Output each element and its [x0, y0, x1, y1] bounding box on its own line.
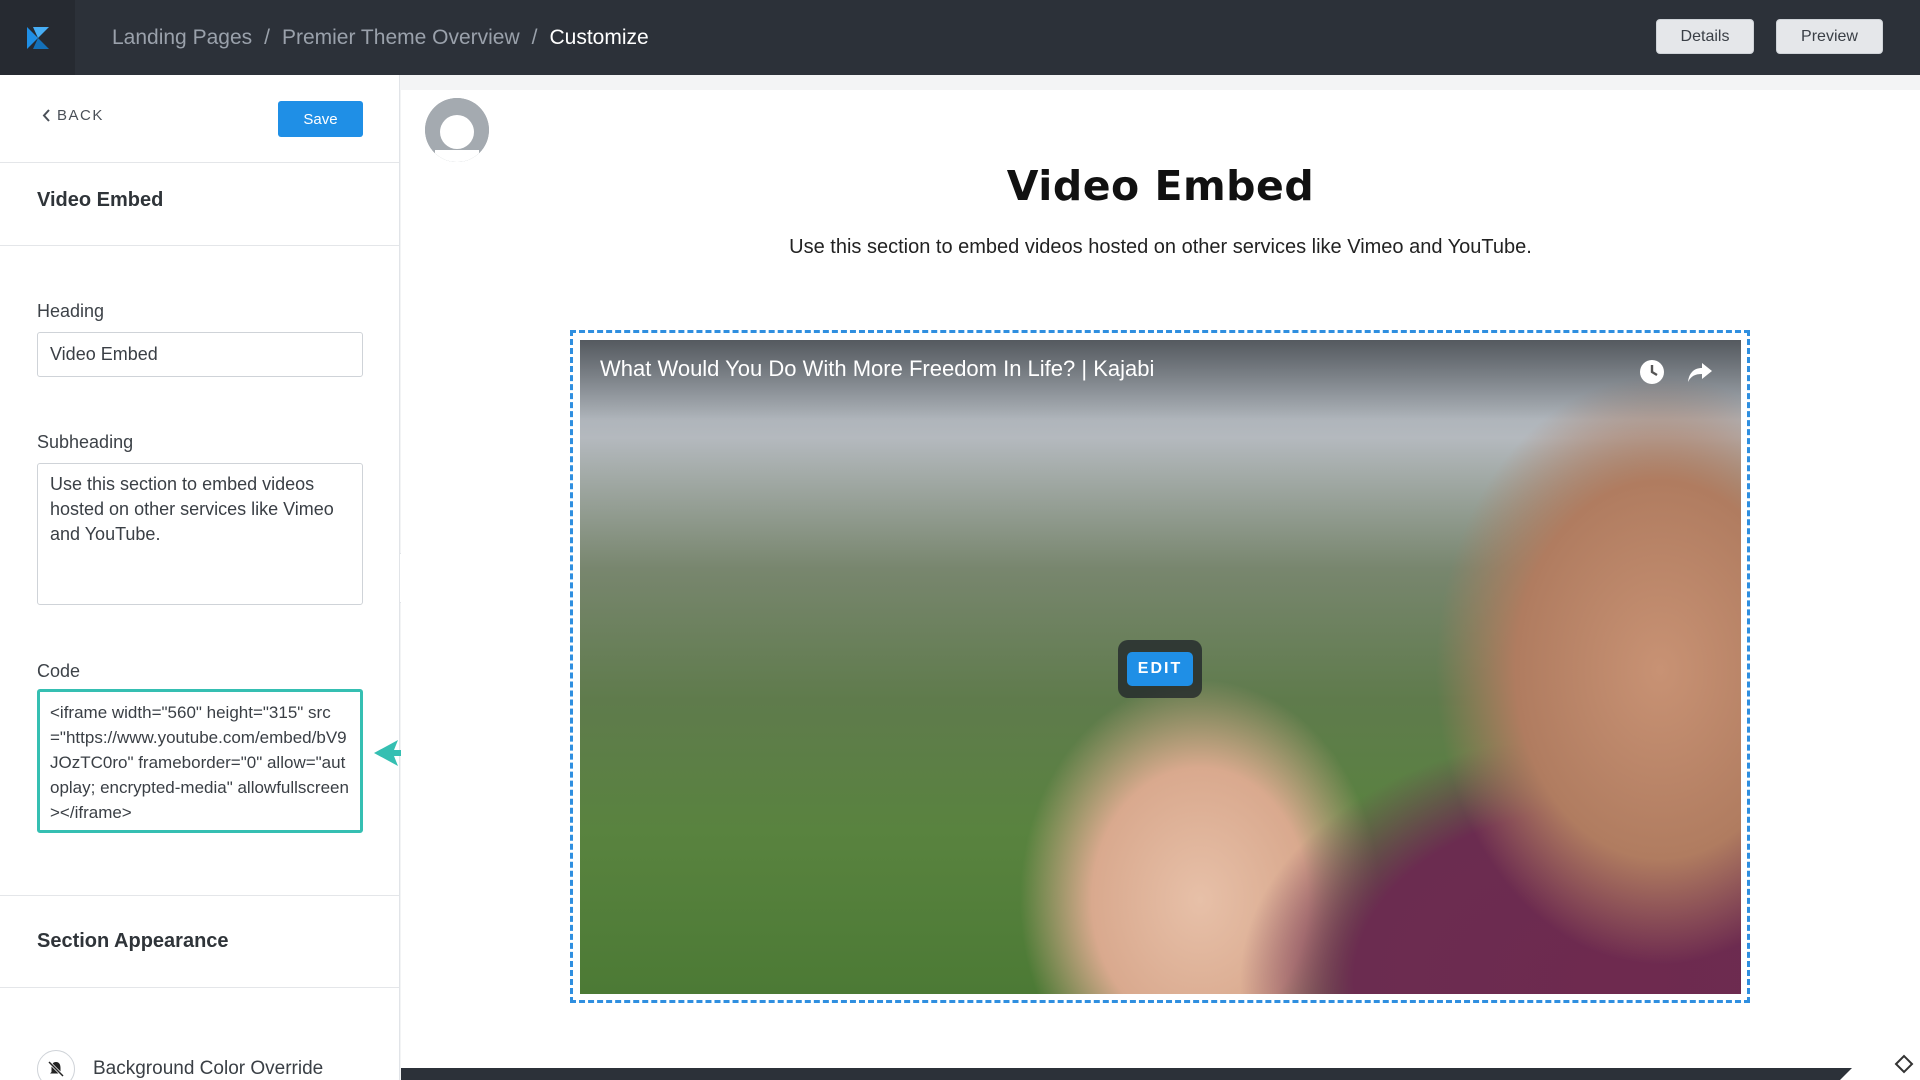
breadcrumb-separator: / [531, 25, 538, 49]
breadcrumb-customize: Customize [549, 25, 649, 49]
section-title: Video Embed [37, 189, 164, 211]
code-textarea[interactable]: <iframe width="560" height="315" src="ht… [37, 689, 363, 833]
bell-off-icon[interactable] [37, 1050, 75, 1080]
breadcrumb-separator: / [264, 25, 270, 49]
back-label: BACK [57, 107, 104, 124]
code-label: Code [37, 661, 81, 681]
breadcrumb-landing-pages[interactable]: Landing Pages [112, 26, 252, 50]
avatar [425, 98, 489, 162]
preview-heading: Video Embed [1006, 162, 1315, 210]
video-embed[interactable]: What Would You Do With More Freedom In L… [580, 340, 1741, 994]
preview-button[interactable]: Preview [1776, 19, 1883, 54]
heading-label: Heading [37, 301, 105, 321]
breadcrumb: Landing Pages / Premier Theme Overview /… [112, 0, 649, 75]
subheading-label: Subheading [37, 432, 134, 452]
background-override-row[interactable]: Background Color Override [37, 1050, 323, 1080]
save-button[interactable]: Save [278, 101, 363, 137]
share-icon[interactable] [1686, 358, 1714, 391]
back-link[interactable]: BACK [42, 107, 104, 124]
breadcrumb-premier-theme[interactable]: Premier Theme Overview [282, 26, 520, 50]
divider [0, 162, 399, 163]
settings-sidebar: BACK Save Video Embed Heading Video Embe… [0, 75, 400, 1080]
bottom-bar [401, 1068, 1920, 1080]
heading-input[interactable]: Video Embed [37, 332, 363, 377]
divider [0, 245, 399, 246]
preview-subheading: Use this section to embed videos hosted … [789, 236, 1532, 258]
diamond-icon[interactable] [1840, 1000, 1920, 1080]
divider [0, 895, 399, 896]
edit-overlay: EDIT [1118, 640, 1202, 698]
subheading-textarea[interactable]: Use this section to embed videos hosted … [37, 463, 363, 605]
details-button[interactable]: Details [1656, 19, 1754, 54]
section-appearance-title[interactable]: Section Appearance [37, 930, 229, 953]
kajabi-logo-icon[interactable] [0, 0, 75, 75]
top-bar: Landing Pages / Premier Theme Overview /… [0, 0, 1920, 75]
edit-button[interactable]: EDIT [1127, 652, 1193, 686]
video-title[interactable]: What Would You Do With More Freedom In L… [600, 356, 1154, 382]
divider [0, 987, 399, 988]
clock-icon[interactable] [1638, 358, 1666, 391]
background-override-label: Background Color Override [93, 1058, 324, 1079]
chevron-left-icon [42, 109, 50, 122]
